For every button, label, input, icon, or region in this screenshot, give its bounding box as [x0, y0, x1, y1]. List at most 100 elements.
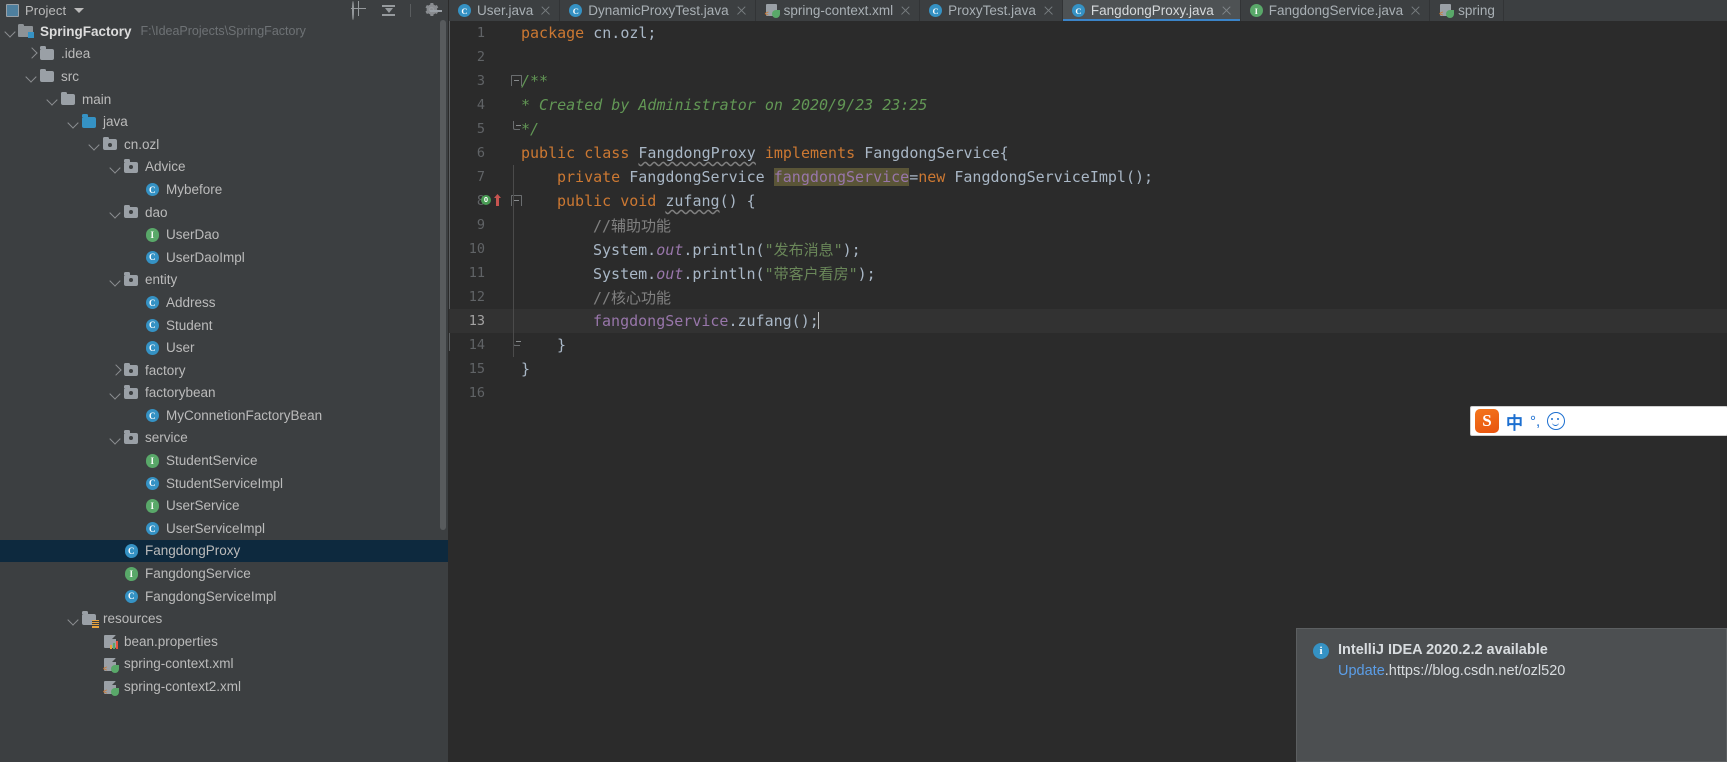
tree-node-label: FangdongService: [145, 566, 251, 582]
tree-node-factory[interactable]: factory: [0, 359, 448, 382]
chevron-down-icon[interactable]: [25, 69, 39, 83]
code-line[interactable]: 4 * Created by Administrator on 2020/9/23…: [449, 93, 1727, 117]
code-fold-icon[interactable]: [513, 337, 521, 346]
update-link[interactable]: Update: [1338, 663, 1385, 679]
code-line[interactable]: 3 /**: [449, 69, 1727, 93]
tree-node-userdao[interactable]: I UserDao: [0, 223, 448, 246]
code-line[interactable]: 15}: [449, 357, 1727, 381]
override-gutter-icon[interactable]: O: [481, 195, 491, 205]
project-tree-scrollbar[interactable]: [440, 20, 446, 530]
code-line[interactable]: 7 private FangdongService fangdongService…: [449, 165, 1727, 189]
tree-node-user[interactable]: C User: [0, 336, 448, 359]
tree-node-address[interactable]: C Address: [0, 291, 448, 314]
chevron-down-icon[interactable]: [109, 205, 123, 219]
tree-node-userdaoimpl[interactable]: C UserDaoImpl: [0, 246, 448, 269]
chevron-down-icon[interactable]: [4, 24, 18, 38]
tree-node-dao[interactable]: dao: [0, 201, 448, 224]
code-line[interactable]: 6 public class FangdongProxy implements F…: [449, 141, 1727, 165]
chevron-down-icon[interactable]: [88, 137, 102, 151]
chevron-down-icon[interactable]: [67, 115, 81, 129]
project-panel-title-group[interactable]: Project: [6, 3, 85, 18]
chevron-down-icon[interactable]: [109, 160, 123, 174]
collapse-all-icon[interactable]: [381, 2, 397, 18]
tree-node-src[interactable]: src: [0, 65, 448, 88]
tree-node-bean-properties[interactable]: bean.properties: [0, 630, 448, 653]
editor-tab-spring-context-xml[interactable]: < spring-context.xml: [756, 0, 921, 21]
chevron-down-icon[interactable]: [109, 431, 123, 445]
twisty-placeholder: [88, 657, 102, 671]
editor-tab-dynamicproxytest-java[interactable]: C DynamicProxyTest.java: [560, 0, 756, 21]
tree-node-resources[interactable]: resources: [0, 607, 448, 630]
close-icon[interactable]: [1043, 5, 1054, 16]
chevron-down-icon[interactable]: [46, 92, 60, 106]
twisty-placeholder: [88, 634, 102, 648]
chevron-down-icon[interactable]: [109, 386, 123, 400]
tree-node-factorybean[interactable]: factorybean: [0, 382, 448, 405]
smiley-icon[interactable]: [1547, 412, 1566, 430]
tree-node-fangdongproxy[interactable]: C FangdongProxy: [0, 539, 448, 563]
tree-node-springfactory[interactable]: SpringFactory F:\IdeaProjects\SpringFacto…: [0, 20, 448, 43]
chevron-right-icon[interactable]: [25, 47, 39, 61]
code-line[interactable]: 1 package cn.ozl;: [449, 21, 1727, 45]
tree-node-advice[interactable]: Advice: [0, 156, 448, 179]
ime-mode-label[interactable]: 中: [1506, 409, 1523, 434]
sogou-logo-icon[interactable]: S: [1475, 409, 1499, 433]
tree-node-studentserviceimpl[interactable]: C StudentServiceImpl: [0, 472, 448, 495]
code-line[interactable]: 12 //核心功能: [449, 285, 1727, 309]
line-number: 16: [468, 385, 485, 401]
tree-node-service[interactable]: service: [0, 427, 448, 450]
ime-punctuation-icon[interactable]: °,: [1530, 413, 1540, 430]
close-icon[interactable]: [1221, 5, 1232, 16]
minimize-button[interactable]: [424, 0, 448, 21]
tree-node-label: bean.properties: [124, 633, 218, 649]
sogou-ime-toolbar[interactable]: S 中 °,: [1470, 406, 1727, 436]
code-line[interactable]: 8Opublic void zufang() {: [449, 189, 1727, 213]
chevron-down-icon[interactable]: [109, 273, 123, 287]
chevron-down-icon[interactable]: [74, 7, 85, 13]
implements-arrow-icon[interactable]: [493, 193, 502, 207]
interface-icon: I: [123, 566, 140, 582]
tree-node-mybefore[interactable]: C Mybefore: [0, 178, 448, 201]
chevron-right-icon[interactable]: [109, 363, 123, 377]
tree-node-main[interactable]: main: [0, 88, 448, 111]
class-icon: C: [1071, 3, 1086, 18]
chevron-down-icon[interactable]: [67, 612, 81, 626]
locate-icon[interactable]: [352, 1, 368, 20]
tree-node-entity[interactable]: entity: [0, 269, 448, 292]
code-line[interactable]: 2: [449, 45, 1727, 69]
close-icon[interactable]: [540, 5, 551, 16]
code-line[interactable]: 16: [449, 381, 1727, 405]
code-line[interactable]: 11 System.out.println("带客户看房");: [449, 261, 1727, 285]
editor-tab-proxytest-java[interactable]: C ProxyTest.java: [920, 0, 1063, 21]
tree-node-java[interactable]: java: [0, 110, 448, 133]
tree-node-cn-ozl[interactable]: cn.ozl: [0, 133, 448, 156]
code-line[interactable]: 10 System.out.println("发布消息");: [449, 237, 1727, 261]
editor-tab-fangdongservice-java[interactable]: I FangdongService.java: [1241, 0, 1431, 21]
code-text: System.out.println("带客户看房");: [593, 264, 876, 283]
code-area[interactable]: 1 package cn.ozl; 2 3 /** 4 * Created by Admin…: [449, 21, 1727, 405]
code-line[interactable]: 9 //辅助功能: [449, 213, 1727, 237]
close-icon[interactable]: [900, 5, 911, 16]
editor-tab-fangdongproxy-java[interactable]: C FangdongProxy.java: [1062, 0, 1241, 21]
tree-node--idea[interactable]: .idea: [0, 43, 448, 66]
tree-node-userserviceimpl[interactable]: C UserServiceImpl: [0, 517, 448, 540]
close-icon[interactable]: [1410, 5, 1421, 16]
close-icon[interactable]: [736, 5, 747, 16]
tree-node-fangdongserviceimpl[interactable]: C FangdongServiceImpl: [0, 585, 448, 608]
code-line[interactable]: 5 */: [449, 117, 1727, 141]
tree-node-spring-context2-xml[interactable]: < spring-context2.xml: [0, 675, 448, 698]
project-tool-window: Project SpringFactory F:\IdeaProjects\Spr…: [0, 0, 449, 762]
editor-tab-spring[interactable]: < spring: [1430, 0, 1504, 21]
editor-tab-user-java[interactable]: C User.java: [449, 0, 561, 21]
editor-tab-bar[interactable]: C User.java C DynamicProxyTest.java < spring-…: [449, 0, 1727, 21]
code-line[interactable]: 14}: [449, 333, 1727, 357]
project-tree[interactable]: SpringFactory F:\IdeaProjects\SpringFacto…: [0, 20, 448, 762]
tree-node-spring-context-xml[interactable]: < spring-context.xml: [0, 653, 448, 676]
tree-node-studentservice[interactable]: I StudentService: [0, 449, 448, 472]
tree-node-fangdongservice[interactable]: I FangdongService: [0, 562, 448, 585]
tree-node-userservice[interactable]: I UserService: [0, 494, 448, 517]
tree-node-myconnetionfactorybean[interactable]: C MyConnetionFactoryBean: [0, 404, 448, 427]
tree-node-student[interactable]: C Student: [0, 314, 448, 337]
code-fold-icon[interactable]: [513, 121, 521, 130]
code-line[interactable]: 13 fangdongService.zufang();: [449, 309, 1727, 333]
